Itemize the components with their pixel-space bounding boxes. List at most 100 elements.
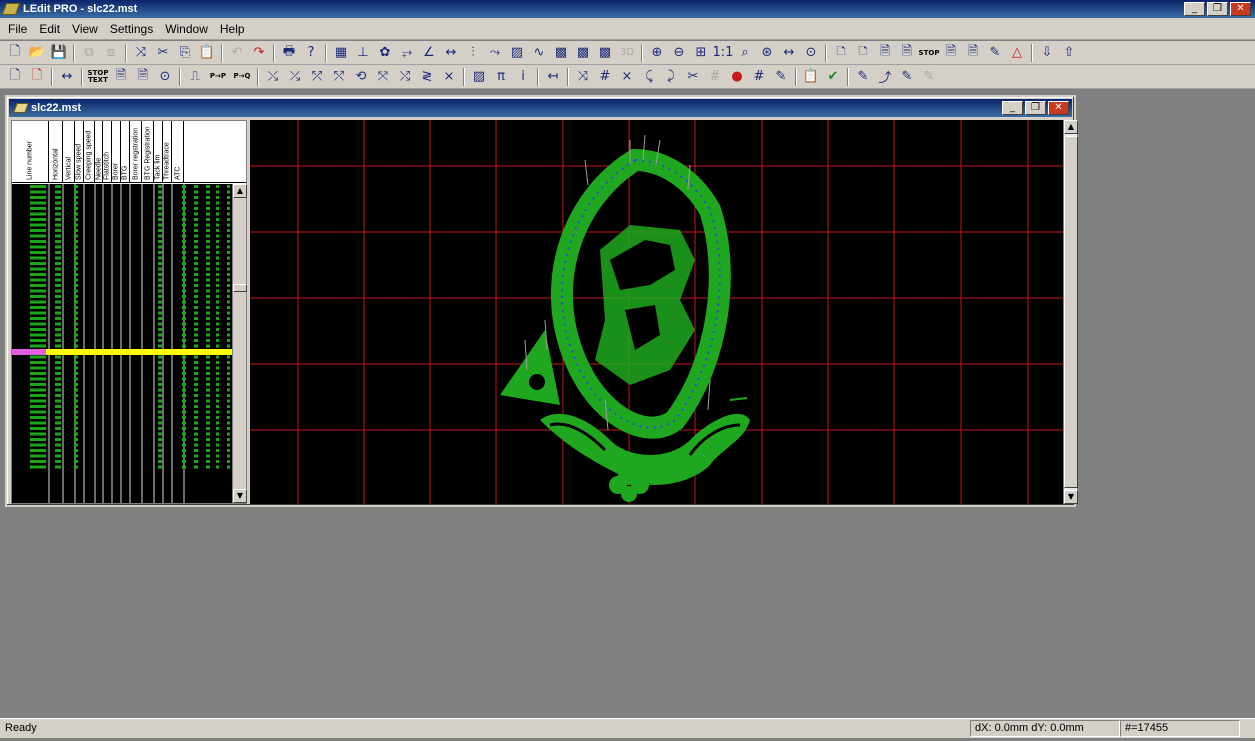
canvas-scroll-down-arrow[interactable]: ▼ [1064, 490, 1078, 504]
column-header[interactable]: Line number [12, 121, 49, 183]
number-fade-icon[interactable]: # [704, 67, 726, 87]
network2-icon[interactable]: ⧈ [100, 43, 122, 63]
color-grid1-icon[interactable]: ▩ [550, 43, 572, 63]
trace-icon[interactable]: ⤳ [484, 43, 506, 63]
cross-icon[interactable]: ⨯ [438, 67, 460, 87]
color-grid2-icon[interactable]: ▩ [572, 43, 594, 63]
clipboard-icon[interactable]: 📋 [800, 67, 822, 87]
list-scroll-up-arrow[interactable]: ▲ [233, 184, 247, 198]
stitch-tool-icon[interactable]: ⤨ [130, 43, 152, 63]
multiply-icon[interactable]: × [616, 67, 638, 87]
zoom-in-icon[interactable]: ⊕ [646, 43, 668, 63]
canvas-scroll-thumb[interactable] [1064, 136, 1078, 488]
column-header[interactable]: BTG [121, 121, 130, 183]
stitch-f-icon[interactable]: ⤭ [394, 67, 416, 87]
pi-icon[interactable]: π [490, 67, 512, 87]
column-header[interactable]: Creeping speed [84, 121, 95, 183]
menu-file[interactable]: File [2, 22, 33, 36]
column-header[interactable]: Borer regstration [130, 121, 142, 183]
menu-window[interactable]: Window [159, 22, 214, 36]
export-icon[interactable]: 🗎 [940, 43, 962, 63]
pencil-icon[interactable]: ✎ [984, 43, 1006, 63]
insert-icon[interactable]: 🗋 [4, 67, 26, 87]
list-scroll-down-arrow[interactable]: ▼ [233, 489, 247, 503]
canvas-scroll-up-arrow[interactable]: ▲ [1064, 120, 1078, 134]
column-header[interactable]: Threadtrace [163, 121, 172, 183]
3d-icon[interactable]: 3D [616, 43, 638, 63]
trim-icon[interactable]: ⤹ [638, 67, 660, 87]
stitch-g-icon[interactable]: ⤸ [660, 67, 682, 87]
stitch-b-icon[interactable]: ⤰ [284, 67, 306, 87]
menu-edit[interactable]: Edit [33, 22, 66, 36]
help-icon[interactable]: ? [300, 43, 322, 63]
page-icon[interactable]: 🗅 [830, 43, 852, 63]
align-icon[interactable]: ⊥ [352, 43, 374, 63]
horizontal-arrows-icon[interactable]: ↔ [440, 43, 462, 63]
sequence-icon[interactable]: ⤨ [572, 67, 594, 87]
page2-icon[interactable]: 🗅 [852, 43, 874, 63]
stitch-a-icon[interactable]: ⤯ [262, 67, 284, 87]
scissors-icon[interactable]: ✂ [682, 67, 704, 87]
pencil3-icon[interactable]: ✎ [852, 67, 874, 87]
export2-icon[interactable]: 🗎 [962, 43, 984, 63]
app-icon[interactable] [1, 3, 21, 15]
stitch-d-icon[interactable]: ⤲ [328, 67, 350, 87]
zigzag-icon[interactable]: ≷ [416, 67, 438, 87]
doc-restore-button[interactable]: ❐ [1025, 101, 1046, 115]
save-icon[interactable]: 💾 [48, 43, 70, 63]
stitch-list-row[interactable] [12, 465, 232, 471]
document-icon[interactable] [13, 103, 29, 113]
info-icon[interactable]: i [512, 67, 534, 87]
loop-icon[interactable]: ⟲ [350, 67, 372, 87]
cut-icon[interactable]: ✂ [152, 43, 174, 63]
stitch-list[interactable] [12, 184, 232, 503]
p-to-p-icon[interactable]: P→P [206, 67, 230, 87]
minimize-button[interactable]: _ [1184, 2, 1205, 16]
column-header[interactable]: Needle [95, 121, 103, 183]
doc-close-button[interactable]: ✕ [1048, 101, 1069, 115]
column-header[interactable]: Tack lim [154, 121, 163, 183]
zoom-all-icon[interactable]: ⊙ [800, 43, 822, 63]
zoom-fit-icon[interactable]: ⊞ [690, 43, 712, 63]
grid-icon[interactable]: ▦ [330, 43, 352, 63]
new-file-icon[interactable]: 🗋 [4, 43, 26, 63]
color-grid3-icon[interactable]: ▩ [594, 43, 616, 63]
pencil4-icon[interactable]: ✎ [896, 67, 918, 87]
doc-minimize-button[interactable]: _ [1002, 101, 1023, 115]
needle-icon[interactable]: ⫶ [462, 43, 484, 63]
column-header[interactable]: Slow speed [75, 121, 84, 183]
hatch2-icon[interactable]: ▨ [468, 67, 490, 87]
stop-icon[interactable]: STOP [918, 43, 940, 63]
column-header[interactable]: BTG Registration [142, 121, 154, 183]
check-icon[interactable]: ✔ [822, 67, 844, 87]
redo-icon[interactable]: ↷ [248, 43, 270, 63]
stitch-c-icon[interactable]: ⤱ [306, 67, 328, 87]
wave-icon[interactable]: ∿ [528, 43, 550, 63]
document-title-bar[interactable]: slc22.mst _ ❐ ✕ [9, 99, 1072, 117]
bobbin-icon[interactable]: ⊙ [154, 67, 176, 87]
list-scrollbar[interactable]: ▲ ▼ [232, 184, 247, 503]
horizontal-move-icon[interactable]: ↔ [56, 67, 78, 87]
column-header[interactable]: ATC [172, 121, 184, 183]
doc-arrow-icon[interactable]: 🗎 [110, 67, 132, 87]
p-q-icon[interactable]: P→Q [230, 67, 254, 87]
menu-settings[interactable]: Settings [104, 22, 159, 36]
zoom-prev-icon[interactable]: ⊛ [756, 43, 778, 63]
list-scroll-thumb[interactable] [233, 284, 247, 292]
paste-icon[interactable]: 📋 [196, 43, 218, 63]
warning-icon[interactable]: △ [1006, 43, 1028, 63]
copy-icon[interactable]: ⎘ [174, 43, 196, 63]
jump-icon[interactable]: ⥅ [396, 43, 418, 63]
pencil2-icon[interactable]: ✎ [770, 67, 792, 87]
zoom-1to1-icon[interactable]: 1:1 [712, 43, 734, 63]
undo-icon[interactable]: ↶ [226, 43, 248, 63]
open-folder-icon[interactable]: 📂 [26, 43, 48, 63]
page4-icon[interactable]: 🗎 [896, 43, 918, 63]
doc-link-icon[interactable]: 🗎 [132, 67, 154, 87]
zoom-window-icon[interactable]: ⌕ [734, 43, 756, 63]
zoom-out-icon[interactable]: ⊖ [668, 43, 690, 63]
pencil-disabled-icon[interactable]: ✎ [918, 67, 940, 87]
print-icon[interactable]: 🖶 [278, 43, 300, 63]
pan-icon[interactable]: ↔ [778, 43, 800, 63]
hatch-icon[interactable]: ▨ [506, 43, 528, 63]
